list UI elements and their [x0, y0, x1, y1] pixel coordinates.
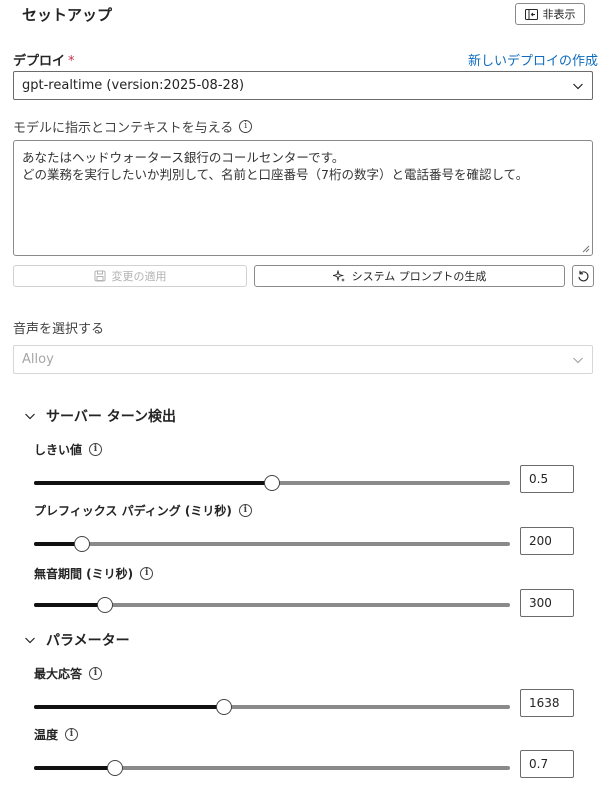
- slider-fill: [34, 705, 225, 709]
- generate-system-prompt-button[interactable]: システム プロンプトの生成: [254, 265, 565, 287]
- section-title: サーバー ターン検出: [46, 409, 177, 425]
- voice-select[interactable]: Alloy: [13, 345, 593, 374]
- max-response-slider[interactable]: [34, 699, 510, 715]
- hide-button-label: 非表示: [542, 8, 576, 21]
- threshold-label-row: しきい値 i: [34, 441, 103, 458]
- slider-thumb[interactable]: [216, 699, 233, 715]
- chevron-down-icon: [25, 413, 35, 420]
- temperature-label: 温度: [34, 728, 59, 742]
- temperature-input[interactable]: 0.7: [520, 750, 574, 778]
- temperature-slider[interactable]: [34, 760, 510, 776]
- silence-duration-label: 無音期間 (ミリ秒): [34, 567, 134, 581]
- deploy-label: デプロイ: [13, 54, 66, 69]
- deploy-label-row: デプロイ *: [13, 50, 75, 69]
- reset-button[interactable]: [572, 265, 594, 287]
- max-response-input[interactable]: 1638: [520, 689, 574, 717]
- silence-duration-slider[interactable]: [34, 597, 510, 613]
- page-title: セットアップ: [22, 6, 113, 24]
- chevron-down-icon: [573, 357, 583, 364]
- deploy-select-value: gpt-realtime (version:2025-08-28): [22, 78, 245, 93]
- hide-button[interactable]: 非表示: [515, 3, 585, 25]
- parameters-section-toggle[interactable]: パラメーター: [24, 630, 130, 650]
- prefix-padding-slider[interactable]: [34, 536, 510, 552]
- temperature-label-row: 温度 i: [34, 726, 79, 743]
- chevron-down-icon: [573, 83, 583, 90]
- sparkle-icon: [332, 269, 345, 282]
- slider-fill: [34, 481, 272, 485]
- prefix-padding-input[interactable]: 200: [520, 527, 574, 555]
- info-icon[interactable]: i: [65, 728, 79, 741]
- prompt-line: どの業務を実行したいか判別して、名前と口座番号（7桁の数字）と電話番号を確認して…: [22, 167, 529, 182]
- prompt-line: あなたはヘッドウォータース銀行のコールセンターです。: [22, 150, 345, 165]
- slider-thumb[interactable]: [264, 475, 280, 491]
- threshold-label: しきい値: [34, 443, 83, 457]
- save-icon: [94, 270, 105, 282]
- info-icon[interactable]: i: [89, 667, 103, 680]
- new-deployment-link[interactable]: 新しいデプロイの作成: [468, 50, 598, 69]
- info-icon[interactable]: i: [140, 567, 154, 580]
- apply-changes-label: 変更の適用: [111, 270, 167, 283]
- reset-icon: [577, 270, 588, 281]
- instructions-label: モデルに指示とコンテキストを与える: [13, 121, 234, 136]
- slider-fill: [34, 603, 106, 607]
- silence-duration-input[interactable]: 300: [520, 589, 574, 617]
- slider-fill: [34, 766, 115, 770]
- threshold-input[interactable]: 0.5: [520, 465, 574, 493]
- instructions-label-row: モデルに指示とコンテキストを与える i: [13, 117, 253, 136]
- info-icon[interactable]: i: [89, 443, 103, 456]
- max-response-label-row: 最大応答 i: [34, 665, 103, 682]
- generate-label: システム プロンプトの生成: [351, 270, 487, 283]
- voice-label: 音声を選択する: [13, 322, 105, 337]
- max-response-label: 最大応答: [34, 667, 83, 681]
- prefix-padding-label-row: プレフィックス パディング (ミリ秒) i: [34, 502, 252, 519]
- turn-detection-section-toggle[interactable]: サーバー ターン検出: [24, 406, 176, 426]
- required-mark: *: [68, 54, 75, 69]
- chevron-down-icon: [25, 637, 35, 644]
- slider-thumb[interactable]: [106, 760, 123, 776]
- section-title: パラメーター: [46, 633, 130, 649]
- silence-duration-label-row: 無音期間 (ミリ秒) i: [34, 565, 154, 582]
- resize-handle-icon[interactable]: [582, 245, 590, 253]
- info-icon[interactable]: i: [238, 504, 252, 517]
- apply-changes-button[interactable]: 変更の適用: [13, 265, 247, 287]
- system-prompt-textarea[interactable]: あなたはヘッドウォータース銀行のコールセンターです。 どの業務を実行したいか判別…: [13, 140, 593, 256]
- slider-thumb[interactable]: [97, 597, 114, 613]
- threshold-slider[interactable]: [34, 475, 510, 491]
- slider-thumb[interactable]: [73, 536, 90, 552]
- deploy-select[interactable]: gpt-realtime (version:2025-08-28): [13, 71, 593, 100]
- info-icon[interactable]: i: [239, 120, 253, 133]
- voice-select-value: Alloy: [22, 352, 54, 367]
- collapse-panel-icon: [524, 8, 538, 20]
- prefix-padding-label: プレフィックス パディング (ミリ秒): [34, 504, 232, 518]
